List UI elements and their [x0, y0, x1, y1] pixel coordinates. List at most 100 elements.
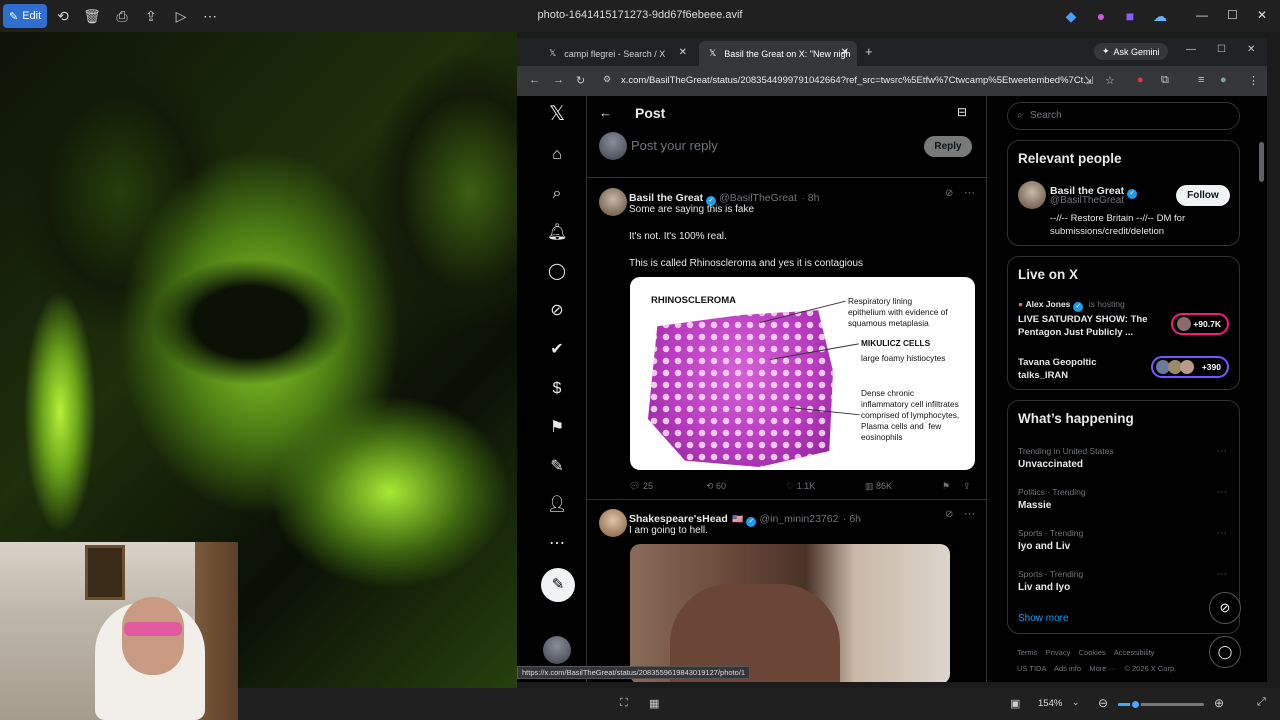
tweet-image[interactable]: RHINOSCLEROMA Respiratory lining epithel… [630, 277, 975, 470]
site-info-icon[interactable]: ⚙ [603, 74, 611, 85]
author-name[interactable]: Shakespeare'sHead [629, 513, 728, 525]
maximize-icon[interactable]: ☐ [1227, 8, 1238, 22]
reload-icon[interactable]: ↻ [576, 74, 585, 87]
app-icon-1[interactable]: ◆ [1060, 5, 1082, 27]
extension-icon[interactable]: ● [1137, 74, 1144, 86]
person-avatar[interactable] [1018, 181, 1046, 209]
open-app-icon[interactable]: ⇲ [1084, 74, 1093, 87]
zoom-out-icon[interactable]: ⊖ [1098, 696, 1108, 710]
close-icon[interactable]: ✕ [1247, 44, 1255, 55]
fit-window-icon[interactable]: ▣ [1010, 697, 1020, 710]
back-icon[interactable]: ← [529, 74, 540, 86]
notifications-icon[interactable]: 🔔︎ [547, 223, 567, 243]
author-handle[interactable]: @in_minin23762 [759, 513, 838, 525]
live-count-pill-1[interactable]: +90.7K [1171, 313, 1229, 335]
url-field[interactable]: x.com/BasilTheGreat/status/2083544999791… [621, 71, 1101, 91]
tweet-time[interactable]: · 6h [843, 513, 861, 525]
tab-close-icon[interactable]: ✕ [841, 47, 849, 58]
premium-icon[interactable]: $ [547, 379, 567, 399]
host-name[interactable]: Alex Jones [1026, 299, 1071, 309]
scrollbar-thumb[interactable] [1259, 142, 1264, 182]
zoom-slider[interactable] [1118, 699, 1204, 710]
messages-fab[interactable]: ◯ [1209, 636, 1241, 668]
app-icon-3[interactable]: ■ [1119, 5, 1141, 27]
live-show-2[interactable]: Tavana Geopoltic talks_IRAN [1018, 356, 1138, 382]
zoom-slider-knob[interactable] [1130, 699, 1142, 710]
app-icon-4[interactable]: ☁ [1149, 5, 1171, 27]
maximize-icon[interactable]: ☐ [1217, 44, 1226, 55]
gemini-button[interactable]: ✦ Ask Gemini [1094, 43, 1168, 60]
tweet-image[interactable] [630, 544, 950, 682]
views-action[interactable]: ▥ 86K [865, 481, 892, 492]
follow-button[interactable]: Follow [1176, 185, 1230, 206]
reader-icon[interactable]: ⊟ [957, 105, 967, 119]
person-handle[interactable]: @BasilTheGreat [1050, 195, 1124, 206]
trend-more-icon[interactable]: ⋯ [1217, 569, 1227, 580]
footer-links-2[interactable]: US TIDA Ads info More ··· © 2026 X Corp. [1017, 664, 1176, 673]
compose-button[interactable]: ✎ [541, 568, 575, 602]
tweet-avatar[interactable] [599, 188, 627, 216]
minimize-icon[interactable]: — [1196, 8, 1208, 22]
forward-icon[interactable]: → [553, 74, 564, 86]
trend-name[interactable]: Unvaccinated [1018, 459, 1083, 470]
reading-list-icon[interactable]: ≡ [1198, 74, 1204, 86]
author-name[interactable]: Basil the Great [629, 192, 703, 204]
live-show-1[interactable]: LIVE SATURDAY SHOW: The Pentagon Just Pu… [1018, 313, 1168, 339]
tweet-time[interactable]: · 8h [801, 192, 819, 204]
repost-action[interactable]: ⟲ 60 [706, 481, 726, 492]
verified-orgs-icon[interactable]: ✔ [547, 340, 567, 360]
new-tab-icon[interactable]: + [865, 44, 873, 59]
reply-button[interactable]: Reply [924, 136, 972, 157]
more-icon[interactable]: ⋯ [547, 534, 567, 554]
trend-name[interactable]: Liv and Iyo [1018, 582, 1070, 593]
bookmark-star-icon[interactable]: ☆ [1105, 74, 1115, 87]
tab-search[interactable]: 𝕏 campi flegrei - Search / X ✕ [539, 41, 695, 66]
minimize-icon[interactable]: — [1186, 44, 1196, 55]
back-arrow-icon[interactable]: ← [599, 105, 612, 120]
grok-fab[interactable]: ⊘ [1209, 592, 1241, 624]
tab-post[interactable]: 𝕏 Basil the Great on X: "New nigh ✕ [699, 41, 857, 66]
close-icon[interactable]: ✕ [1257, 8, 1267, 22]
trend-more-icon[interactable]: ⋯ [1217, 528, 1227, 539]
bookmarks-icon[interactable]: ⚑ [547, 418, 567, 438]
bookmark-icon[interactable]: ⚑ [942, 481, 950, 492]
reply-action[interactable]: 💬︎ 25 [629, 481, 653, 492]
fullscreen-icon[interactable]: ⤢ [1257, 696, 1266, 709]
zoom-in-icon[interactable]: ⊕ [1214, 696, 1224, 710]
tweet-more-icon[interactable]: ⋯ [964, 507, 975, 520]
home-icon[interactable]: ⌂ [547, 145, 567, 165]
grok-icon[interactable]: ⊘ [945, 509, 953, 520]
messages-icon[interactable]: ◯ [547, 262, 567, 282]
explore-icon[interactable]: ⌕ [547, 184, 567, 204]
tweet-avatar[interactable] [599, 509, 627, 537]
fit-icon[interactable]: ⛶ [620, 697, 628, 710]
like-action[interactable]: ♡ 1.1K [786, 481, 815, 492]
grok-icon[interactable]: ⊘ [945, 188, 953, 199]
tweet-shakespeare[interactable]: Shakespeare'sHead 🇺🇸 ✓ @in_minin23762 · 6h… [587, 501, 987, 682]
tweet-more-icon[interactable]: ⋯ [964, 186, 975, 199]
trend-more-icon[interactable]: ⋯ [1217, 487, 1227, 498]
reply-input[interactable]: Post your reply [631, 138, 718, 153]
lists-icon[interactable]: ✎ [547, 457, 567, 477]
chevron-down-icon[interactable]: ⌄ [1072, 697, 1080, 708]
share-icon[interactable]: ⇪ [963, 481, 971, 492]
trend-name[interactable]: Iyo and Liv [1018, 541, 1070, 552]
zoom-level[interactable]: 154% [1038, 698, 1062, 709]
grok-icon[interactable]: ⊘ [547, 301, 567, 321]
app-icon-2[interactable]: ● [1090, 5, 1112, 27]
trend-name[interactable]: Massie [1018, 500, 1051, 511]
menu-icon[interactable]: ⋮ [1248, 74, 1259, 87]
extensions-icon[interactable]: ⧉ [1161, 74, 1169, 87]
x-logo-icon[interactable]: 𝕏 [547, 104, 567, 124]
tweet-basil[interactable]: Basil the Great ✓ @BasilTheGreat · 8h ⊘ ⋯ … [587, 178, 987, 500]
profile-icon[interactable]: ● [1220, 74, 1227, 86]
footer-links[interactable]: Terms Privacy Cookies Accessibility [1017, 648, 1155, 657]
filmstrip-icon[interactable]: ▦ [649, 697, 659, 710]
live-count-pill-2[interactable]: +390 [1151, 356, 1229, 378]
profile-icon[interactable]: 👤︎ [547, 495, 567, 515]
trend-more-icon[interactable]: ⋯ [1217, 446, 1227, 457]
search-input[interactable]: ⌕ Search [1007, 102, 1240, 130]
tab-close-icon[interactable]: ✕ [679, 47, 687, 58]
author-handle[interactable]: @BasilTheGreat [719, 192, 797, 204]
show-more-link[interactable]: Show more [1018, 613, 1069, 624]
